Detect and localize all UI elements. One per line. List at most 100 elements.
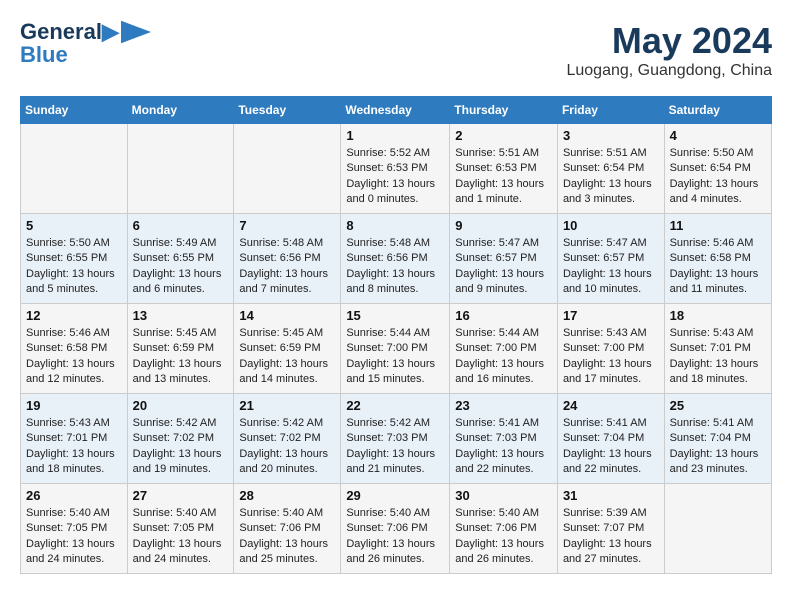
calendar-cell: 17 Sunrise: 5:43 AMSunset: 7:00 PMDayligh… — [557, 304, 664, 394]
month-title: May 2024 — [566, 20, 772, 62]
title-area: May 2024 Luogang, Guangdong, China — [566, 20, 772, 80]
day-number: 26 — [26, 488, 122, 503]
calendar-cell: 13 Sunrise: 5:45 AMSunset: 6:59 PMDayligh… — [127, 304, 234, 394]
calendar-cell: 21 Sunrise: 5:42 AMSunset: 7:02 PMDayligh… — [234, 394, 341, 484]
day-number: 16 — [455, 308, 552, 323]
calendar-cell: 20 Sunrise: 5:42 AMSunset: 7:02 PMDayligh… — [127, 394, 234, 484]
calendar-cell: 30Sunrise: 5:40 AMSunset: 7:06 PMDayligh… — [450, 484, 558, 574]
day-info: Sunrise: 5:40 AMSunset: 7:05 PMDaylight:… — [133, 506, 229, 568]
calendar-cell: 19 Sunrise: 5:43 AMSunset: 7:01 PMDayligh… — [21, 394, 128, 484]
calendar-week-row: 19 Sunrise: 5:43 AMSunset: 7:01 PMDayligh… — [21, 394, 772, 484]
day-number: 6 — [133, 218, 229, 233]
day-info: Sunrise: 5:41 AMSunset: 7:04 PMDaylight:… — [563, 416, 659, 478]
calendar-cell — [664, 484, 771, 574]
day-info: Sunrise: 5:43 AMSunset: 7:01 PMDaylight:… — [26, 416, 122, 478]
day-info: Sunrise: 5:50 AMSunset: 6:55 PMDaylight:… — [26, 236, 122, 298]
day-number: 5 — [26, 218, 122, 233]
calendar-week-row: 12 Sunrise: 5:46 AMSunset: 6:58 PMDayligh… — [21, 304, 772, 394]
day-number: 19 — [26, 398, 122, 413]
calendar-cell: 24 Sunrise: 5:41 AMSunset: 7:04 PMDayligh… — [557, 394, 664, 484]
day-number: 28 — [239, 488, 335, 503]
day-info: Sunrise: 5:47 AMSunset: 6:57 PMDaylight:… — [563, 236, 659, 298]
calendar-cell: 29 Sunrise: 5:40 AMSunset: 7:06 PMDayligh… — [341, 484, 450, 574]
day-info: Sunrise: 5:42 AMSunset: 7:02 PMDaylight:… — [239, 416, 335, 478]
calendar-week-row: 5 Sunrise: 5:50 AMSunset: 6:55 PMDaylight… — [21, 214, 772, 304]
day-number: 7 — [239, 218, 335, 233]
day-info: Sunrise: 5:40 AMSunset: 7:06 PMDaylight:… — [346, 506, 444, 568]
day-info: Sunrise: 5:40 AMSunset: 7:05 PMDaylight:… — [26, 506, 122, 568]
day-info: Sunrise: 5:47 AMSunset: 6:57 PMDaylight:… — [455, 236, 552, 298]
day-info: Sunrise: 5:46 AMSunset: 6:58 PMDaylight:… — [26, 326, 122, 388]
calendar-cell: 10Sunrise: 5:47 AMSunset: 6:57 PMDayligh… — [557, 214, 664, 304]
calendar-table: SundayMondayTuesdayWednesdayThursdayFrid… — [20, 96, 772, 574]
day-info: Sunrise: 5:41 AMSunset: 7:04 PMDaylight:… — [670, 416, 766, 478]
day-number: 23 — [455, 398, 552, 413]
day-info: Sunrise: 5:44 AMSunset: 7:00 PMDaylight:… — [346, 326, 444, 388]
logo-text: General▶ — [20, 20, 119, 44]
day-info: Sunrise: 5:40 AMSunset: 7:06 PMDaylight:… — [239, 506, 335, 568]
day-number: 11 — [670, 218, 766, 233]
day-number: 24 — [563, 398, 659, 413]
day-info: Sunrise: 5:48 AMSunset: 6:56 PMDaylight:… — [346, 236, 444, 298]
day-number: 4 — [670, 128, 766, 143]
weekday-header-monday: Monday — [127, 97, 234, 124]
calendar-week-row: 1Sunrise: 5:52 AMSunset: 6:53 PMDaylight… — [21, 124, 772, 214]
weekday-header-wednesday: Wednesday — [341, 97, 450, 124]
day-number: 1 — [346, 128, 444, 143]
day-info: Sunrise: 5:51 AMSunset: 6:53 PMDaylight:… — [455, 146, 552, 208]
day-info: Sunrise: 5:50 AMSunset: 6:54 PMDaylight:… — [670, 146, 766, 208]
day-number: 12 — [26, 308, 122, 323]
calendar-cell: 14Sunrise: 5:45 AMSunset: 6:59 PMDayligh… — [234, 304, 341, 394]
day-number: 17 — [563, 308, 659, 323]
calendar-cell — [127, 124, 234, 214]
calendar-cell: 12 Sunrise: 5:46 AMSunset: 6:58 PMDayligh… — [21, 304, 128, 394]
day-number: 22 — [346, 398, 444, 413]
day-info: Sunrise: 5:43 AMSunset: 7:01 PMDaylight:… — [670, 326, 766, 388]
day-info: Sunrise: 5:40 AMSunset: 7:06 PMDaylight:… — [455, 506, 552, 568]
calendar-cell: 2 Sunrise: 5:51 AMSunset: 6:53 PMDaylight… — [450, 124, 558, 214]
calendar-cell: 7 Sunrise: 5:48 AMSunset: 6:56 PMDaylight… — [234, 214, 341, 304]
calendar-cell: 3 Sunrise: 5:51 AMSunset: 6:54 PMDaylight… — [557, 124, 664, 214]
day-number: 2 — [455, 128, 552, 143]
weekday-header-row: SundayMondayTuesdayWednesdayThursdayFrid… — [21, 97, 772, 124]
day-number: 27 — [133, 488, 229, 503]
day-info: Sunrise: 5:49 AMSunset: 6:55 PMDaylight:… — [133, 236, 229, 298]
calendar-cell: 18 Sunrise: 5:43 AMSunset: 7:01 PMDayligh… — [664, 304, 771, 394]
calendar-cell: 26 Sunrise: 5:40 AMSunset: 7:05 PMDayligh… — [21, 484, 128, 574]
calendar-cell: 4 Sunrise: 5:50 AMSunset: 6:54 PMDaylight… — [664, 124, 771, 214]
day-info: Sunrise: 5:48 AMSunset: 6:56 PMDaylight:… — [239, 236, 335, 298]
day-number: 20 — [133, 398, 229, 413]
calendar-cell: 5 Sunrise: 5:50 AMSunset: 6:55 PMDaylight… — [21, 214, 128, 304]
day-number: 31 — [563, 488, 659, 503]
weekday-header-thursday: Thursday — [450, 97, 558, 124]
day-info: Sunrise: 5:42 AMSunset: 7:02 PMDaylight:… — [133, 416, 229, 478]
page-header: General▶ Blue May 2024 Luogang, Guangdon… — [20, 20, 772, 80]
calendar-cell: 15 Sunrise: 5:44 AMSunset: 7:00 PMDayligh… — [341, 304, 450, 394]
calendar-cell — [234, 124, 341, 214]
day-info: Sunrise: 5:51 AMSunset: 6:54 PMDaylight:… — [563, 146, 659, 208]
day-number: 18 — [670, 308, 766, 323]
day-number: 13 — [133, 308, 229, 323]
day-info: Sunrise: 5:43 AMSunset: 7:00 PMDaylight:… — [563, 326, 659, 388]
day-number: 8 — [346, 218, 444, 233]
day-info: Sunrise: 5:46 AMSunset: 6:58 PMDaylight:… — [670, 236, 766, 298]
calendar-cell: 27 Sunrise: 5:40 AMSunset: 7:05 PMDayligh… — [127, 484, 234, 574]
day-info: Sunrise: 5:44 AMSunset: 7:00 PMDaylight:… — [455, 326, 552, 388]
calendar-cell: 31Sunrise: 5:39 AMSunset: 7:07 PMDayligh… — [557, 484, 664, 574]
calendar-cell: 8 Sunrise: 5:48 AMSunset: 6:56 PMDaylight… — [341, 214, 450, 304]
day-number: 29 — [346, 488, 444, 503]
calendar-week-row: 26 Sunrise: 5:40 AMSunset: 7:05 PMDayligh… — [21, 484, 772, 574]
calendar-cell: 25 Sunrise: 5:41 AMSunset: 7:04 PMDayligh… — [664, 394, 771, 484]
day-info: Sunrise: 5:42 AMSunset: 7:03 PMDaylight:… — [346, 416, 444, 478]
calendar-cell: 28 Sunrise: 5:40 AMSunset: 7:06 PMDayligh… — [234, 484, 341, 574]
day-info: Sunrise: 5:45 AMSunset: 6:59 PMDaylight:… — [133, 326, 229, 388]
day-number: 3 — [563, 128, 659, 143]
calendar-cell: 6 Sunrise: 5:49 AMSunset: 6:55 PMDaylight… — [127, 214, 234, 304]
calendar-cell: 11 Sunrise: 5:46 AMSunset: 6:58 PMDayligh… — [664, 214, 771, 304]
day-number: 15 — [346, 308, 444, 323]
logo: General▶ Blue — [20, 20, 151, 68]
day-number: 25 — [670, 398, 766, 413]
day-number: 21 — [239, 398, 335, 413]
day-number: 14 — [239, 308, 335, 323]
calendar-cell: 22 Sunrise: 5:42 AMSunset: 7:03 PMDayligh… — [341, 394, 450, 484]
